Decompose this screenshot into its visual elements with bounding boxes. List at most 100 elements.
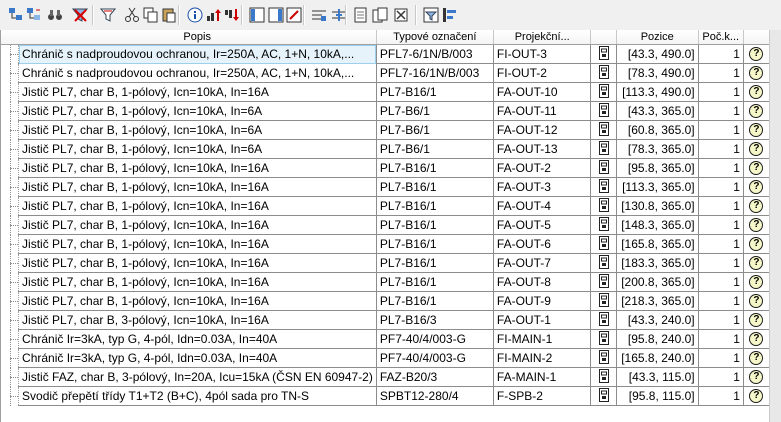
cell-projekcni[interactable]: FA-OUT-5	[493, 215, 592, 235]
cell-device-icon[interactable]	[590, 101, 617, 121]
cell-help[interactable]: ?	[743, 386, 770, 406]
cell-device-icon[interactable]	[590, 177, 617, 197]
cell-pocet[interactable]: 1	[698, 234, 744, 254]
cell-popis[interactable]: Jistič PL7, char B, 1-pólový, Icn=10kA, …	[18, 196, 377, 216]
page-button[interactable]	[351, 5, 371, 25]
cell-pozice[interactable]: [60.8, 365.0]	[616, 120, 699, 140]
cell-popis[interactable]: Jistič FAZ, char B, 3-pólový, In=20A, Ic…	[18, 367, 377, 387]
cell-device-icon[interactable]	[590, 82, 617, 102]
info-button[interactable]	[185, 5, 205, 25]
cell-typove-oznaceni[interactable]: PL7-B16/1	[376, 234, 494, 254]
cell-pozice[interactable]: [95.8, 115.0]	[616, 386, 699, 406]
cell-pocet[interactable]: 1	[698, 196, 744, 216]
cell-device-icon[interactable]	[590, 253, 617, 273]
cell-projekcni[interactable]: FA-OUT-13	[493, 139, 592, 159]
tree-collapse-button[interactable]	[24, 5, 44, 25]
cell-pocet[interactable]: 1	[698, 348, 744, 368]
cell-pocet[interactable]: 1	[698, 310, 744, 330]
line-props-button[interactable]	[309, 5, 329, 25]
table-row[interactable]: Jistič PL7, char B, 1-pólový, Icn=10kA, …	[1, 215, 770, 235]
cell-pozice[interactable]: [148.3, 365.0]	[616, 215, 699, 235]
cell-projekcni[interactable]: FI-OUT-2	[493, 63, 592, 83]
cell-popis[interactable]: Jistič PL7, char B, 1-pólový, Icn=10kA, …	[18, 82, 377, 102]
cell-typove-oznaceni[interactable]: PFL7-16/1N/B/003	[376, 63, 494, 83]
columns-edit-button[interactable]	[284, 5, 304, 25]
cell-pozice[interactable]: [165.8, 365.0]	[616, 234, 699, 254]
cell-pocet[interactable]: 1	[698, 158, 744, 178]
help-icon[interactable]: ?	[749, 275, 764, 290]
filter-list-button[interactable]	[421, 5, 441, 25]
cell-help[interactable]: ?	[743, 291, 770, 311]
help-icon[interactable]: ?	[749, 123, 764, 138]
cell-help[interactable]: ?	[743, 310, 770, 330]
vertical-scrollbar[interactable]	[769, 30, 781, 422]
help-icon[interactable]: ?	[749, 237, 764, 252]
cell-typove-oznaceni[interactable]: PL7-B16/1	[376, 82, 494, 102]
header-projekcni[interactable]: Projekční...	[493, 30, 592, 45]
help-icon[interactable]: ?	[749, 256, 764, 271]
layout-button[interactable]	[440, 5, 460, 25]
cell-typove-oznaceni[interactable]: SPBT12-280/4	[376, 386, 494, 406]
cell-typove-oznaceni[interactable]: PL7-B16/1	[376, 253, 494, 273]
cell-help[interactable]: ?	[743, 120, 770, 140]
cell-help[interactable]: ?	[743, 253, 770, 273]
cell-pozice[interactable]: [43.3, 115.0]	[616, 367, 699, 387]
cell-device-icon[interactable]	[590, 329, 617, 349]
cell-pocet[interactable]: 1	[698, 139, 744, 159]
cell-typove-oznaceni[interactable]: PL7-B16/1	[376, 196, 494, 216]
cell-pozice[interactable]: [95.8, 365.0]	[616, 158, 699, 178]
cell-help[interactable]: ?	[743, 367, 770, 387]
cell-help[interactable]: ?	[743, 215, 770, 235]
cell-popis[interactable]: Jistič PL7, char B, 1-pólový, Icn=10kA, …	[18, 158, 377, 178]
help-icon[interactable]: ?	[749, 104, 764, 119]
cell-pozice[interactable]: [218.3, 365.0]	[616, 291, 699, 311]
cell-popis[interactable]: Jistič PL7, char B, 1-pólový, Icn=10kA, …	[18, 101, 377, 121]
cell-typove-oznaceni[interactable]: PL7-B16/1	[376, 291, 494, 311]
cell-pozice[interactable]: [43.3, 365.0]	[616, 101, 699, 121]
table-row[interactable]: Jistič PL7, char B, 1-pólový, Icn=10kA, …	[1, 253, 770, 273]
help-icon[interactable]: ?	[749, 47, 764, 62]
cell-popis[interactable]: Jistič PL7, char B, 1-pólový, Icn=10kA, …	[18, 234, 377, 254]
table-row[interactable]: Jistič PL7, char B, 1-pólový, Icn=10kA, …	[1, 82, 770, 102]
help-icon[interactable]: ?	[749, 313, 764, 328]
filter-button[interactable]	[98, 5, 118, 25]
cell-typove-oznaceni[interactable]: PL7-B16/1	[376, 215, 494, 235]
cell-projekcni[interactable]: FA-OUT-12	[493, 120, 592, 140]
columns-right-button[interactable]	[266, 5, 286, 25]
cell-device-icon[interactable]	[590, 367, 617, 387]
cell-projekcni[interactable]: FI-MAIN-2	[493, 348, 592, 368]
table-row[interactable]: Jistič PL7, char B, 1-pólový, Icn=10kA, …	[1, 139, 770, 159]
columns-left-button[interactable]	[247, 5, 267, 25]
help-icon[interactable]: ?	[749, 294, 764, 309]
cell-pocet[interactable]: 1	[698, 329, 744, 349]
cell-typove-oznaceni[interactable]: PL7-B16/1	[376, 272, 494, 292]
cell-typove-oznaceni[interactable]: PL7-B6/1	[376, 139, 494, 159]
cell-pocet[interactable]: 1	[698, 82, 744, 102]
sort-down-button[interactable]	[222, 5, 242, 25]
cell-device-icon[interactable]	[590, 44, 617, 64]
cell-projekcni[interactable]: FA-OUT-9	[493, 291, 592, 311]
table-row[interactable]: Jistič PL7, char B, 3-pólový, Icn=10kA, …	[1, 310, 770, 330]
cell-help[interactable]: ?	[743, 63, 770, 83]
cell-projekcni[interactable]: FI-OUT-3	[493, 44, 592, 64]
cell-typove-oznaceni[interactable]: FAZ-B20/3	[376, 367, 494, 387]
cell-popis[interactable]: Jistič PL7, char B, 1-pólový, Icn=10kA, …	[18, 215, 377, 235]
cell-pozice[interactable]: [43.3, 490.0]	[616, 44, 699, 64]
cell-device-icon[interactable]	[590, 310, 617, 330]
cell-pozice[interactable]: [130.8, 365.0]	[616, 196, 699, 216]
table-row[interactable]: Jistič FAZ, char B, 3-pólový, In=20A, Ic…	[1, 367, 770, 387]
table-row[interactable]: Jistič PL7, char B, 1-pólový, Icn=10kA, …	[1, 120, 770, 140]
table-row[interactable]: Jistič PL7, char B, 1-pólový, Icn=10kA, …	[1, 158, 770, 178]
cell-help[interactable]: ?	[743, 348, 770, 368]
cell-pocet[interactable]: 1	[698, 120, 744, 140]
cell-popis[interactable]: Chránič s nadproudovou ochranou, Ir=250A…	[18, 63, 377, 83]
cell-help[interactable]: ?	[743, 44, 770, 64]
help-icon[interactable]: ?	[749, 218, 764, 233]
cell-popis[interactable]: Chránič s nadproudovou ochranou, Ir=250A…	[18, 44, 377, 64]
cell-projekcni[interactable]: FA-MAIN-1	[493, 367, 592, 387]
cut-button[interactable]	[122, 5, 142, 25]
cell-pozice[interactable]: [113.3, 365.0]	[616, 177, 699, 197]
cell-device-icon[interactable]	[590, 234, 617, 254]
table-row[interactable]: Jistič PL7, char B, 1-pólový, Icn=10kA, …	[1, 291, 770, 311]
cell-popis[interactable]: Chránič Ir=3kA, typ G, 4-pól, Idn=0.03A,…	[18, 348, 377, 368]
